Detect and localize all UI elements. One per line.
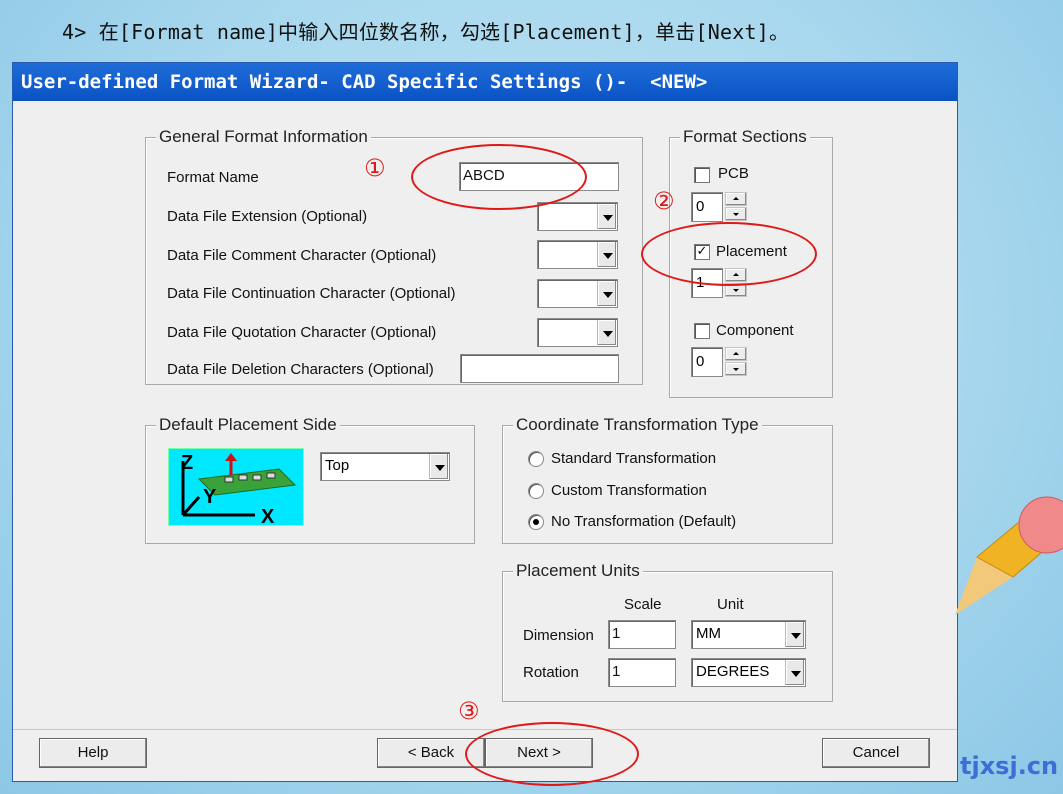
spin-down-icon[interactable] [725, 362, 747, 376]
chevron-down-icon[interactable] [785, 660, 804, 685]
deletion-characters-label: Data File Deletion Characters (Optional) [167, 361, 434, 378]
format-name-label: Format Name [167, 169, 259, 186]
custom-transformation-radio[interactable] [528, 483, 544, 499]
unit-header: Unit [717, 596, 744, 613]
help-button[interactable]: Help [39, 738, 147, 768]
scale-header: Scale [624, 596, 662, 613]
coordinate-transformation-title: Coordinate Transformation Type [513, 415, 762, 435]
cancel-button[interactable]: Cancel [822, 738, 930, 768]
rotation-unit-select[interactable]: DEGREES [691, 658, 806, 687]
chevron-down-icon[interactable] [597, 320, 616, 345]
spin-down-icon[interactable] [725, 283, 747, 297]
quotation-character-select[interactable] [537, 318, 618, 347]
back-button[interactable]: < Back [377, 738, 485, 768]
no-transformation-label: No Transformation (Default) [551, 513, 737, 530]
button-bar-separator [13, 729, 957, 730]
next-button[interactable]: Next > [485, 738, 593, 768]
chevron-down-icon[interactable] [785, 622, 804, 647]
quotation-character-label: Data File Quotation Character (Optional) [167, 324, 437, 341]
annotation-marker-three: ③ [458, 697, 480, 725]
component-count-field[interactable]: 0 [691, 347, 723, 377]
general-format-group: General Format Information Format Name A… [145, 127, 643, 385]
data-file-extension-label: Data File Extension (Optional) [167, 208, 368, 225]
axis-y-label: Y [203, 486, 217, 508]
no-transformation-radio[interactable] [528, 514, 544, 530]
placement-side-value: Top [325, 457, 350, 474]
format-sections-group: Format Sections PCB 0 ✓ Placement 1 Comp… [669, 127, 833, 398]
spin-up-icon[interactable] [725, 268, 747, 282]
component-label: Component [716, 322, 794, 339]
chevron-down-icon[interactable] [597, 281, 616, 306]
wizard-dialog: User-defined Format Wizard- CAD Specific… [12, 62, 958, 782]
placement-side-group: Default Placement Side Z Y X Top [145, 415, 475, 544]
format-name-input[interactable]: ABCD [459, 162, 619, 191]
coordinate-transformation-group: Coordinate Transformation Type Standard … [502, 415, 833, 544]
component-checkbox[interactable] [694, 323, 710, 339]
pcb-checkbox[interactable] [694, 167, 710, 183]
placement-label: Placement [716, 243, 787, 260]
dimension-label: Dimension [523, 627, 594, 644]
component-spinner[interactable]: 0 [691, 347, 751, 377]
pencil-decoration-icon [955, 496, 1063, 615]
site-watermark: tjxsj.cn [960, 752, 1059, 780]
general-format-title: General Format Information [156, 127, 371, 147]
placement-units-title: Placement Units [513, 561, 643, 581]
annotation-marker-two: ② [653, 187, 675, 215]
axis-x-label: X [261, 506, 275, 525]
standard-transformation-label: Standard Transformation [551, 450, 717, 467]
board-axes-image: Z Y X [168, 448, 304, 528]
chevron-down-icon[interactable] [597, 242, 616, 267]
annotation-marker-one: ① [364, 154, 386, 182]
comment-character-label: Data File Comment Character (Optional) [167, 247, 437, 264]
chevron-down-icon[interactable] [597, 204, 616, 229]
dimension-unit-value: MM [696, 625, 721, 642]
placement-count-field[interactable]: 1 [691, 268, 723, 298]
spin-up-icon[interactable] [725, 347, 747, 361]
instruction-text: 4> 在[Format name]中输入四位数名称，勾选[Placement]，… [62, 20, 790, 44]
spin-up-icon[interactable] [725, 192, 747, 206]
deletion-characters-input[interactable] [460, 354, 619, 383]
custom-transformation-label: Custom Transformation [551, 482, 707, 499]
comment-character-select[interactable] [537, 240, 618, 269]
chevron-down-icon[interactable] [429, 454, 448, 479]
spin-down-icon[interactable] [725, 207, 747, 221]
format-sections-title: Format Sections [680, 127, 810, 147]
pcb-count-field[interactable]: 0 [691, 192, 723, 222]
placement-spinner[interactable]: 1 [691, 268, 751, 298]
axis-z-label: Z [181, 452, 193, 474]
placement-side-select[interactable]: Top [320, 452, 450, 481]
data-file-extension-select[interactable] [537, 202, 618, 231]
pcb-label: PCB [718, 165, 749, 182]
board-axes-icon: Z Y X [181, 452, 297, 528]
rotation-scale-input[interactable]: 1 [608, 658, 676, 687]
continuation-character-label: Data File Continuation Character (Option… [167, 285, 456, 302]
rotation-label: Rotation [523, 664, 579, 681]
rotation-unit-value: DEGREES [696, 663, 770, 680]
pcb-spinner[interactable]: 0 [691, 192, 751, 222]
dimension-scale-input[interactable]: 1 [608, 620, 676, 649]
standard-transformation-radio[interactable] [528, 451, 544, 467]
placement-checkbox[interactable]: ✓ [694, 244, 710, 260]
placement-units-group: Placement Units Scale Unit Dimension 1 M… [502, 561, 833, 702]
continuation-character-select[interactable] [537, 279, 618, 308]
dimension-unit-select[interactable]: MM [691, 620, 806, 649]
dialog-title: User-defined Format Wizard- CAD Specific… [13, 63, 957, 101]
placement-side-title: Default Placement Side [156, 415, 340, 435]
